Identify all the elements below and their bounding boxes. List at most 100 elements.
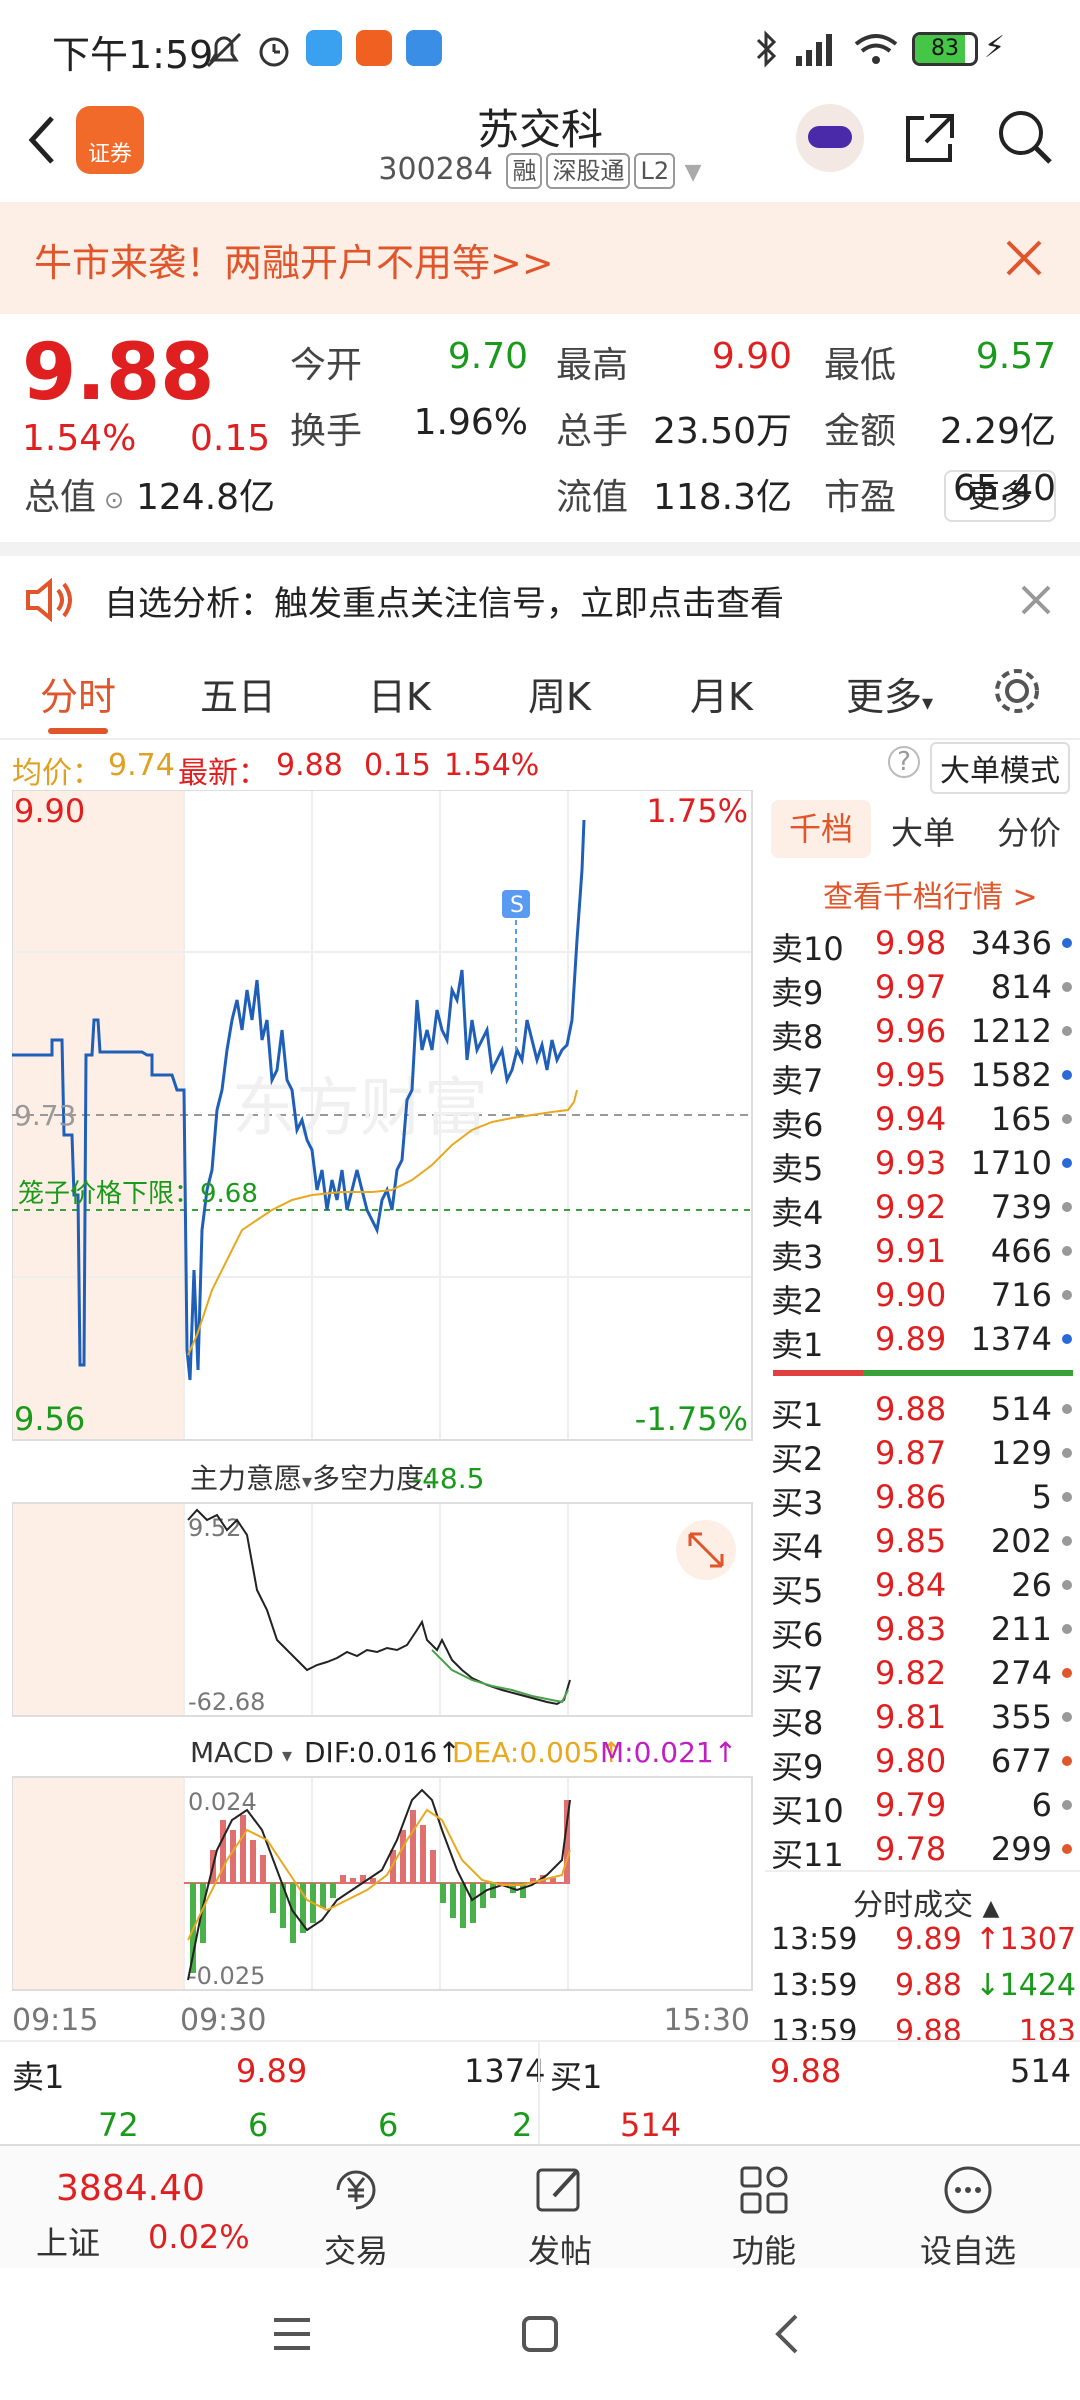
info-icon[interactable]: ⊙ (104, 486, 124, 514)
share-icon[interactable] (900, 108, 960, 168)
ask1-label: 卖1 (12, 2058, 65, 2096)
order-book-row[interactable]: 买11 9.78 299 (765, 1830, 1080, 1870)
more-button[interactable]: 更多 (944, 470, 1056, 522)
trade-price: 9.89 (895, 1922, 962, 1957)
post-button[interactable]: 发帖 (490, 2146, 630, 2270)
promo-banner[interactable]: 牛市来袭！两融开户不用等>> (0, 202, 1080, 314)
time-open: 09:30 (180, 2003, 266, 2038)
expand-icon[interactable] (676, 1520, 736, 1580)
order-book-row[interactable]: 买2 9.87 129 (765, 1434, 1080, 1478)
menu-icon[interactable] (270, 2312, 314, 2356)
active-tab-indicator (48, 728, 108, 734)
order-level-price: 9.86 (875, 1478, 947, 1516)
tab-five-day[interactable]: 五日 (200, 666, 276, 721)
gear-icon[interactable] (990, 664, 1044, 718)
trade-button[interactable]: 交易 (286, 2146, 426, 2270)
order-book-row[interactable]: 买5 9.84 26 (765, 1566, 1080, 1610)
order-book-panel: 千档 大单 分价 查看千档行情 > 卖10 9.98 3436 卖9 9.97 814 卖8… (765, 790, 1080, 2049)
avatar[interactable] (796, 104, 864, 172)
tag-margin: 融 (506, 153, 543, 189)
tab-more[interactable]: 更多▾ (846, 666, 933, 721)
yen-exchange-icon (336, 2170, 376, 2210)
order-dot-icon (1062, 1580, 1072, 1590)
order-level-price: 9.83 (875, 1610, 947, 1648)
change-amount: 0.15 (190, 418, 271, 459)
watchlist-alert[interactable]: 自选分析：触发重点关注信号，立即点击查看 (0, 556, 1080, 644)
quote-field-value: 23.50万 (652, 411, 792, 452)
order-level-label: 买8 (771, 1704, 824, 1742)
macd-dea: DEA:0.005↑ (452, 1736, 623, 1769)
index-ticker[interactable]: 3884.40 上证 0.02% (0, 2146, 270, 2270)
back-nav-icon[interactable] (766, 2312, 810, 2356)
bid-queue-item: 514 (620, 2106, 682, 2144)
search-icon[interactable] (994, 106, 1056, 168)
ask1-price: 9.89 (236, 2052, 308, 2090)
order-book-row[interactable]: 买3 9.86 5 (765, 1478, 1080, 1522)
mute-bell-icon (206, 32, 242, 68)
ask-queue-item: 2 (512, 2106, 533, 2144)
ask-queue-item: 6 (378, 2106, 399, 2144)
tab-daily-k[interactable]: 日K (368, 666, 431, 721)
order-book-row[interactable]: 买7 9.82 274 (765, 1654, 1080, 1698)
order-dot-icon (1062, 1668, 1072, 1678)
latest-change: 0.15 (364, 748, 431, 783)
chart-area[interactable]: 东方财富 S 9.90 9.56 9.73 1.75% -1.75% 笼子价格下… (11, 789, 762, 2040)
tag-connect: 深股通 (546, 153, 631, 189)
trade-price: 9.88 (895, 1968, 962, 2003)
avg-price-label: 均价： (12, 756, 102, 791)
status-time: 下午1:59 (52, 33, 214, 77)
battery-level: 83 (931, 36, 959, 61)
avg-price-value: 9.74 (108, 748, 175, 783)
big-order-mode-button[interactable]: 大单模式 (930, 742, 1070, 794)
quote-field-label: 换手 (290, 411, 363, 452)
order-level-price: 9.85 (875, 1522, 947, 1560)
securities-app-icon (356, 30, 392, 66)
quote-field-value: 1.96% (413, 402, 528, 443)
order-book-row[interactable]: 买9 9.80 677 (765, 1742, 1080, 1786)
intraday-chart[interactable]: 东方财富 S 9.90 9.56 9.73 1.75% -1.75% 笼子价格下… (11, 789, 762, 2040)
tab-weekly-k[interactable]: 周K (528, 666, 591, 721)
trades-panel[interactable]: 分时成交 ▲ 13:59 9.89 ↑ 1307 13:59 9.88 ↓ 1424 13:59… (765, 1870, 1080, 2049)
order-level-label: 买2 (771, 1440, 824, 1478)
order-level-label: 买3 (771, 1484, 824, 1522)
order-book-row[interactable]: 买4 9.85 202 (765, 1522, 1080, 1566)
macd-selector[interactable]: MACD (190, 1736, 274, 1769)
indicator-selector[interactable]: 主力意愿 (190, 1462, 302, 1495)
trade-row: 13:59 9.88 ↓ 1424 (765, 1968, 1080, 2012)
cage-limit-label: 笼子价格下限：9.68 (18, 1179, 258, 1209)
macd-max: 0.024 (188, 1788, 257, 1816)
signal-marker-label: S (510, 893, 524, 918)
index-pct: 0.02% (148, 2218, 250, 2256)
tab-intraday[interactable]: 分时 (40, 666, 116, 721)
functions-button[interactable]: 功能 (694, 2146, 834, 2270)
quote-field-label: 流值 (556, 477, 629, 518)
trade-volume: 1424 (999, 1968, 1076, 2003)
add-watchlist-button[interactable]: 设自选 (898, 2146, 1038, 2270)
add-watchlist-label: 设自选 (919, 2232, 1016, 2270)
bid1-vol: 514 (1010, 2052, 1072, 2090)
macd-min: -0.025 (188, 1962, 265, 1990)
order-dot-icon (1062, 1404, 1072, 1414)
tab-monthly-k[interactable]: 月K (690, 666, 753, 721)
trade-direction: ↓ (975, 1968, 1001, 2003)
close-icon[interactable] (1004, 238, 1044, 278)
status-bar: 下午1:59 83 ⚡ (0, 0, 1080, 90)
quote-field-value: 118.3亿 (652, 477, 792, 518)
price-info-bar: 均价： 9.74 最新： 9.88 0.15 1.54% ? 大单模式 (0, 740, 1080, 794)
order-book-row[interactable]: 买1 9.88 514 (765, 1390, 1080, 1434)
help-icon[interactable]: ? (888, 746, 920, 778)
watermark: 东方财富 (232, 1072, 488, 1146)
order-book-row[interactable]: 买8 9.81 355 (765, 1698, 1080, 1742)
order-level-price: 9.78 (875, 1830, 947, 1868)
bottom-action-bar: 3884.40 上证 0.02% 交易 发帖 功能 设自选 (0, 2144, 1080, 2270)
home-icon[interactable] (518, 2312, 562, 2356)
order-book-row[interactable]: 买10 9.79 6 (765, 1786, 1080, 1830)
close-icon[interactable] (1020, 584, 1052, 616)
upload-icon (406, 30, 442, 66)
divider (0, 542, 1080, 556)
chevron-down-icon: ▾ (282, 1743, 292, 1767)
chart-tabs: 分时 五日 日K 周K 月K 更多▾ (0, 644, 1080, 740)
order-book-row[interactable]: 买6 9.83 211 (765, 1610, 1080, 1654)
latest-value: 9.88 (276, 748, 343, 783)
chevron-down-icon: ▾ (302, 1469, 312, 1493)
